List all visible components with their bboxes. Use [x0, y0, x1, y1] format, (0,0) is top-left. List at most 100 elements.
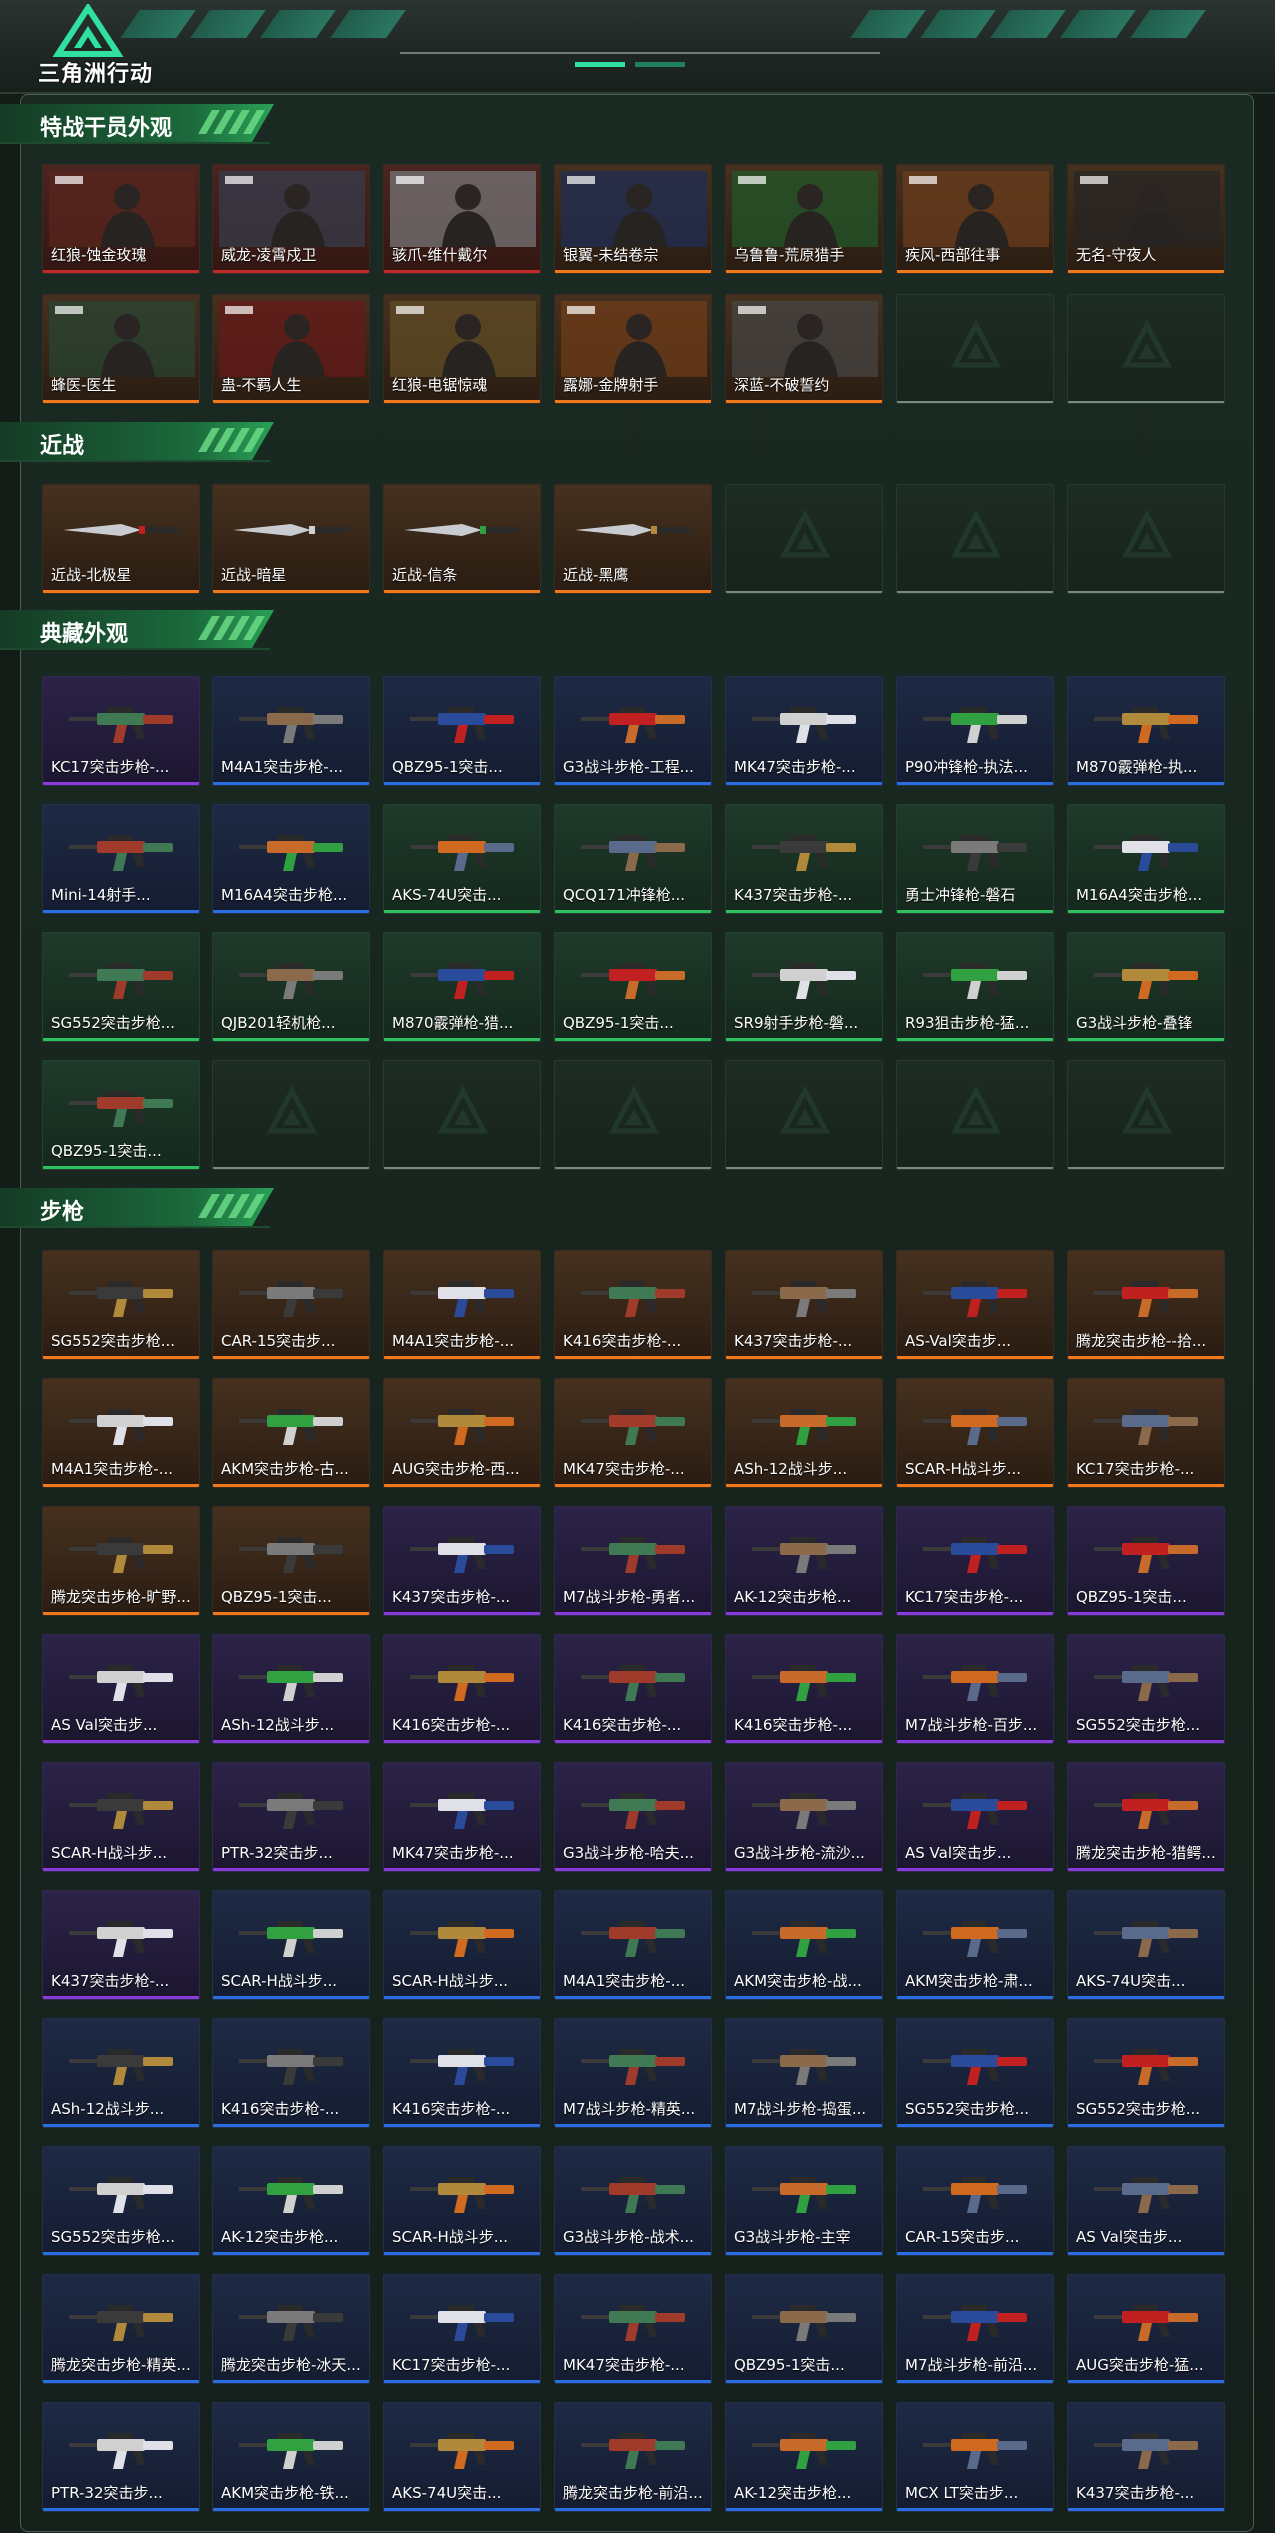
item-card[interactable]: SCAR-H战斗步... — [896, 1378, 1054, 1488]
item-card[interactable]: QCQ171冲锋枪... — [554, 804, 712, 914]
item-card[interactable]: AS Val突击步... — [42, 1634, 200, 1744]
item-card[interactable]: QBZ95-1突击... — [383, 676, 541, 786]
item-card[interactable]: QBZ95-1突击... — [42, 1060, 200, 1170]
item-card[interactable]: AKM突击步枪-战... — [725, 1890, 883, 2000]
item-card[interactable]: AS Val突击步... — [1067, 2146, 1225, 2256]
item-card[interactable]: QBZ95-1突击... — [212, 1506, 370, 1616]
item-card[interactable]: SG552突击步枪... — [42, 932, 200, 1042]
item-card[interactable]: K416突击步枪-... — [212, 2018, 370, 2128]
item-card[interactable]: 乌鲁鲁-荒原猎手 — [725, 164, 883, 274]
item-card[interactable]: AKS-74U突击... — [383, 2402, 541, 2512]
item-card[interactable]: AKS-74U突击... — [1067, 1890, 1225, 2000]
item-card[interactable]: 无名-守夜人 — [1067, 164, 1225, 274]
item-card[interactable]: AK-12突击步枪... — [725, 2402, 883, 2512]
item-card[interactable]: 腾龙突击步枪-猎鳄... — [1067, 1762, 1225, 1872]
item-card[interactable]: SG552突击步枪... — [1067, 2018, 1225, 2128]
item-card[interactable]: AKM突击步枪-铁... — [212, 2402, 370, 2512]
item-card[interactable]: G3战斗步枪-主宰 — [725, 2146, 883, 2256]
item-card[interactable]: 露娜-金牌射手 — [554, 294, 712, 404]
item-card[interactable]: SCAR-H战斗步... — [383, 2146, 541, 2256]
item-card[interactable]: SCAR-H战斗步... — [42, 1762, 200, 1872]
item-card[interactable]: SG552突击步枪... — [1067, 1634, 1225, 1744]
item-card[interactable]: G3战斗步枪-哈夫... — [554, 1762, 712, 1872]
item-card[interactable]: M7战斗步枪-前沿... — [896, 2274, 1054, 2384]
item-card[interactable]: QBZ95-1突击... — [554, 932, 712, 1042]
item-card[interactable]: 腾龙突击步枪-精英... — [42, 2274, 200, 2384]
item-card[interactable]: QBZ95-1突击... — [1067, 1506, 1225, 1616]
item-card[interactable]: M4A1突击步枪-... — [383, 1250, 541, 1360]
item-card[interactable]: M16A4突击步枪... — [212, 804, 370, 914]
item-card[interactable]: AK-12突击步枪... — [212, 2146, 370, 2256]
item-card[interactable]: M4A1突击步枪-... — [42, 1378, 200, 1488]
item-card[interactable]: M870霰弹枪-猎... — [383, 932, 541, 1042]
item-card[interactable]: M4A1突击步枪-... — [554, 1890, 712, 2000]
item-card[interactable]: MK47突击步枪-... — [554, 1378, 712, 1488]
item-card[interactable]: G3战斗步枪-流沙... — [725, 1762, 883, 1872]
item-card[interactable]: MK47突击步枪-... — [725, 676, 883, 786]
item-card[interactable]: 红狼-蚀金玫瑰 — [42, 164, 200, 274]
item-card[interactable]: 威龙-凌霄戍卫 — [212, 164, 370, 274]
item-card[interactable]: K416突击步枪-... — [383, 2018, 541, 2128]
item-card[interactable]: KC17突击步枪-... — [1067, 1378, 1225, 1488]
item-card[interactable]: 腾龙突击步枪--拾... — [1067, 1250, 1225, 1360]
item-card[interactable]: PTR-32突击步... — [212, 1762, 370, 1872]
item-card[interactable]: 腾龙突击步枪-冰天... — [212, 2274, 370, 2384]
item-card[interactable]: SG552突击步枪... — [42, 2146, 200, 2256]
item-card[interactable]: AUG突击步枪-西... — [383, 1378, 541, 1488]
item-card[interactable]: SG552突击步枪... — [42, 1250, 200, 1360]
item-card[interactable]: Mini-14射手... — [42, 804, 200, 914]
item-card[interactable]: ASh-12战斗步... — [212, 1634, 370, 1744]
item-card[interactable]: KC17突击步枪-... — [383, 2274, 541, 2384]
item-card[interactable]: 腾龙突击步枪-前沿... — [554, 2402, 712, 2512]
item-card[interactable]: 红狼-电锯惊魂 — [383, 294, 541, 404]
item-card[interactable]: AKM突击步枪-肃... — [896, 1890, 1054, 2000]
item-card[interactable]: PTR-32突击步... — [42, 2402, 200, 2512]
item-card[interactable]: M7战斗步枪-精英... — [554, 2018, 712, 2128]
item-card[interactable]: AUG突击步枪-猛... — [1067, 2274, 1225, 2384]
item-card[interactable]: K416突击步枪-... — [383, 1634, 541, 1744]
item-card[interactable]: 近战-暗星 — [212, 484, 370, 594]
item-card[interactable]: ASh-12战斗步... — [725, 1378, 883, 1488]
item-card[interactable]: K437突击步枪-... — [725, 804, 883, 914]
item-card[interactable]: 深蓝-不破誓约 — [725, 294, 883, 404]
item-card[interactable]: G3战斗步枪-战术... — [554, 2146, 712, 2256]
item-card[interactable]: SR9射手步枪-磐... — [725, 932, 883, 1042]
item-card[interactable]: K437突击步枪-... — [725, 1250, 883, 1360]
item-card[interactable]: K437突击步枪-... — [1067, 2402, 1225, 2512]
item-card[interactable]: 疾风-西部往事 — [896, 164, 1054, 274]
item-card[interactable]: QBZ95-1突击... — [725, 2274, 883, 2384]
item-card[interactable]: ASh-12战斗步... — [42, 2018, 200, 2128]
item-card[interactable]: 骇爪-维什戴尔 — [383, 164, 541, 274]
item-card[interactable]: MCX LT突击步... — [896, 2402, 1054, 2512]
item-card[interactable]: G3战斗步枪-叠锋 — [1067, 932, 1225, 1042]
item-card[interactable]: M7战斗步枪-勇者... — [554, 1506, 712, 1616]
item-card[interactable]: M16A4突击步枪... — [1067, 804, 1225, 914]
item-card[interactable]: KC17突击步枪-... — [42, 676, 200, 786]
item-card[interactable]: M4A1突击步枪-... — [212, 676, 370, 786]
item-card[interactable]: KC17突击步枪-... — [896, 1506, 1054, 1616]
item-card[interactable]: 勇士冲锋枪-磐石 — [896, 804, 1054, 914]
item-card[interactable]: M7战斗步枪-百步... — [896, 1634, 1054, 1744]
item-card[interactable]: AS-Val突击步... — [896, 1250, 1054, 1360]
item-card[interactable]: 近战-黑鹰 — [554, 484, 712, 594]
item-card[interactable]: AKM突击步枪-古... — [212, 1378, 370, 1488]
item-card[interactable]: 近战-信条 — [383, 484, 541, 594]
item-card[interactable]: AKS-74U突击... — [383, 804, 541, 914]
item-card[interactable]: AS Val突击步... — [896, 1762, 1054, 1872]
item-card[interactable]: K437突击步枪-... — [383, 1506, 541, 1616]
item-card[interactable]: 蜂医-医生 — [42, 294, 200, 404]
item-card[interactable]: CAR-15突击步... — [896, 2146, 1054, 2256]
item-card[interactable]: K416突击步枪-... — [725, 1634, 883, 1744]
item-card[interactable]: 腾龙突击步枪-旷野... — [42, 1506, 200, 1616]
item-card[interactable]: QJB201轻机枪... — [212, 932, 370, 1042]
item-card[interactable]: SG552突击步枪... — [896, 2018, 1054, 2128]
item-card[interactable]: CAR-15突击步... — [212, 1250, 370, 1360]
item-card[interactable]: M7战斗步枪-捣蛋... — [725, 2018, 883, 2128]
item-card[interactable]: MK47突击步枪-... — [383, 1762, 541, 1872]
item-card[interactable]: M870霰弹枪-执... — [1067, 676, 1225, 786]
item-card[interactable]: AK-12突击步枪... — [725, 1506, 883, 1616]
item-card[interactable]: SCAR-H战斗步... — [212, 1890, 370, 2000]
item-card[interactable]: P90冲锋枪-执法... — [896, 676, 1054, 786]
item-card[interactable]: K416突击步枪-... — [554, 1250, 712, 1360]
item-card[interactable]: 银翼-未结卷宗 — [554, 164, 712, 274]
